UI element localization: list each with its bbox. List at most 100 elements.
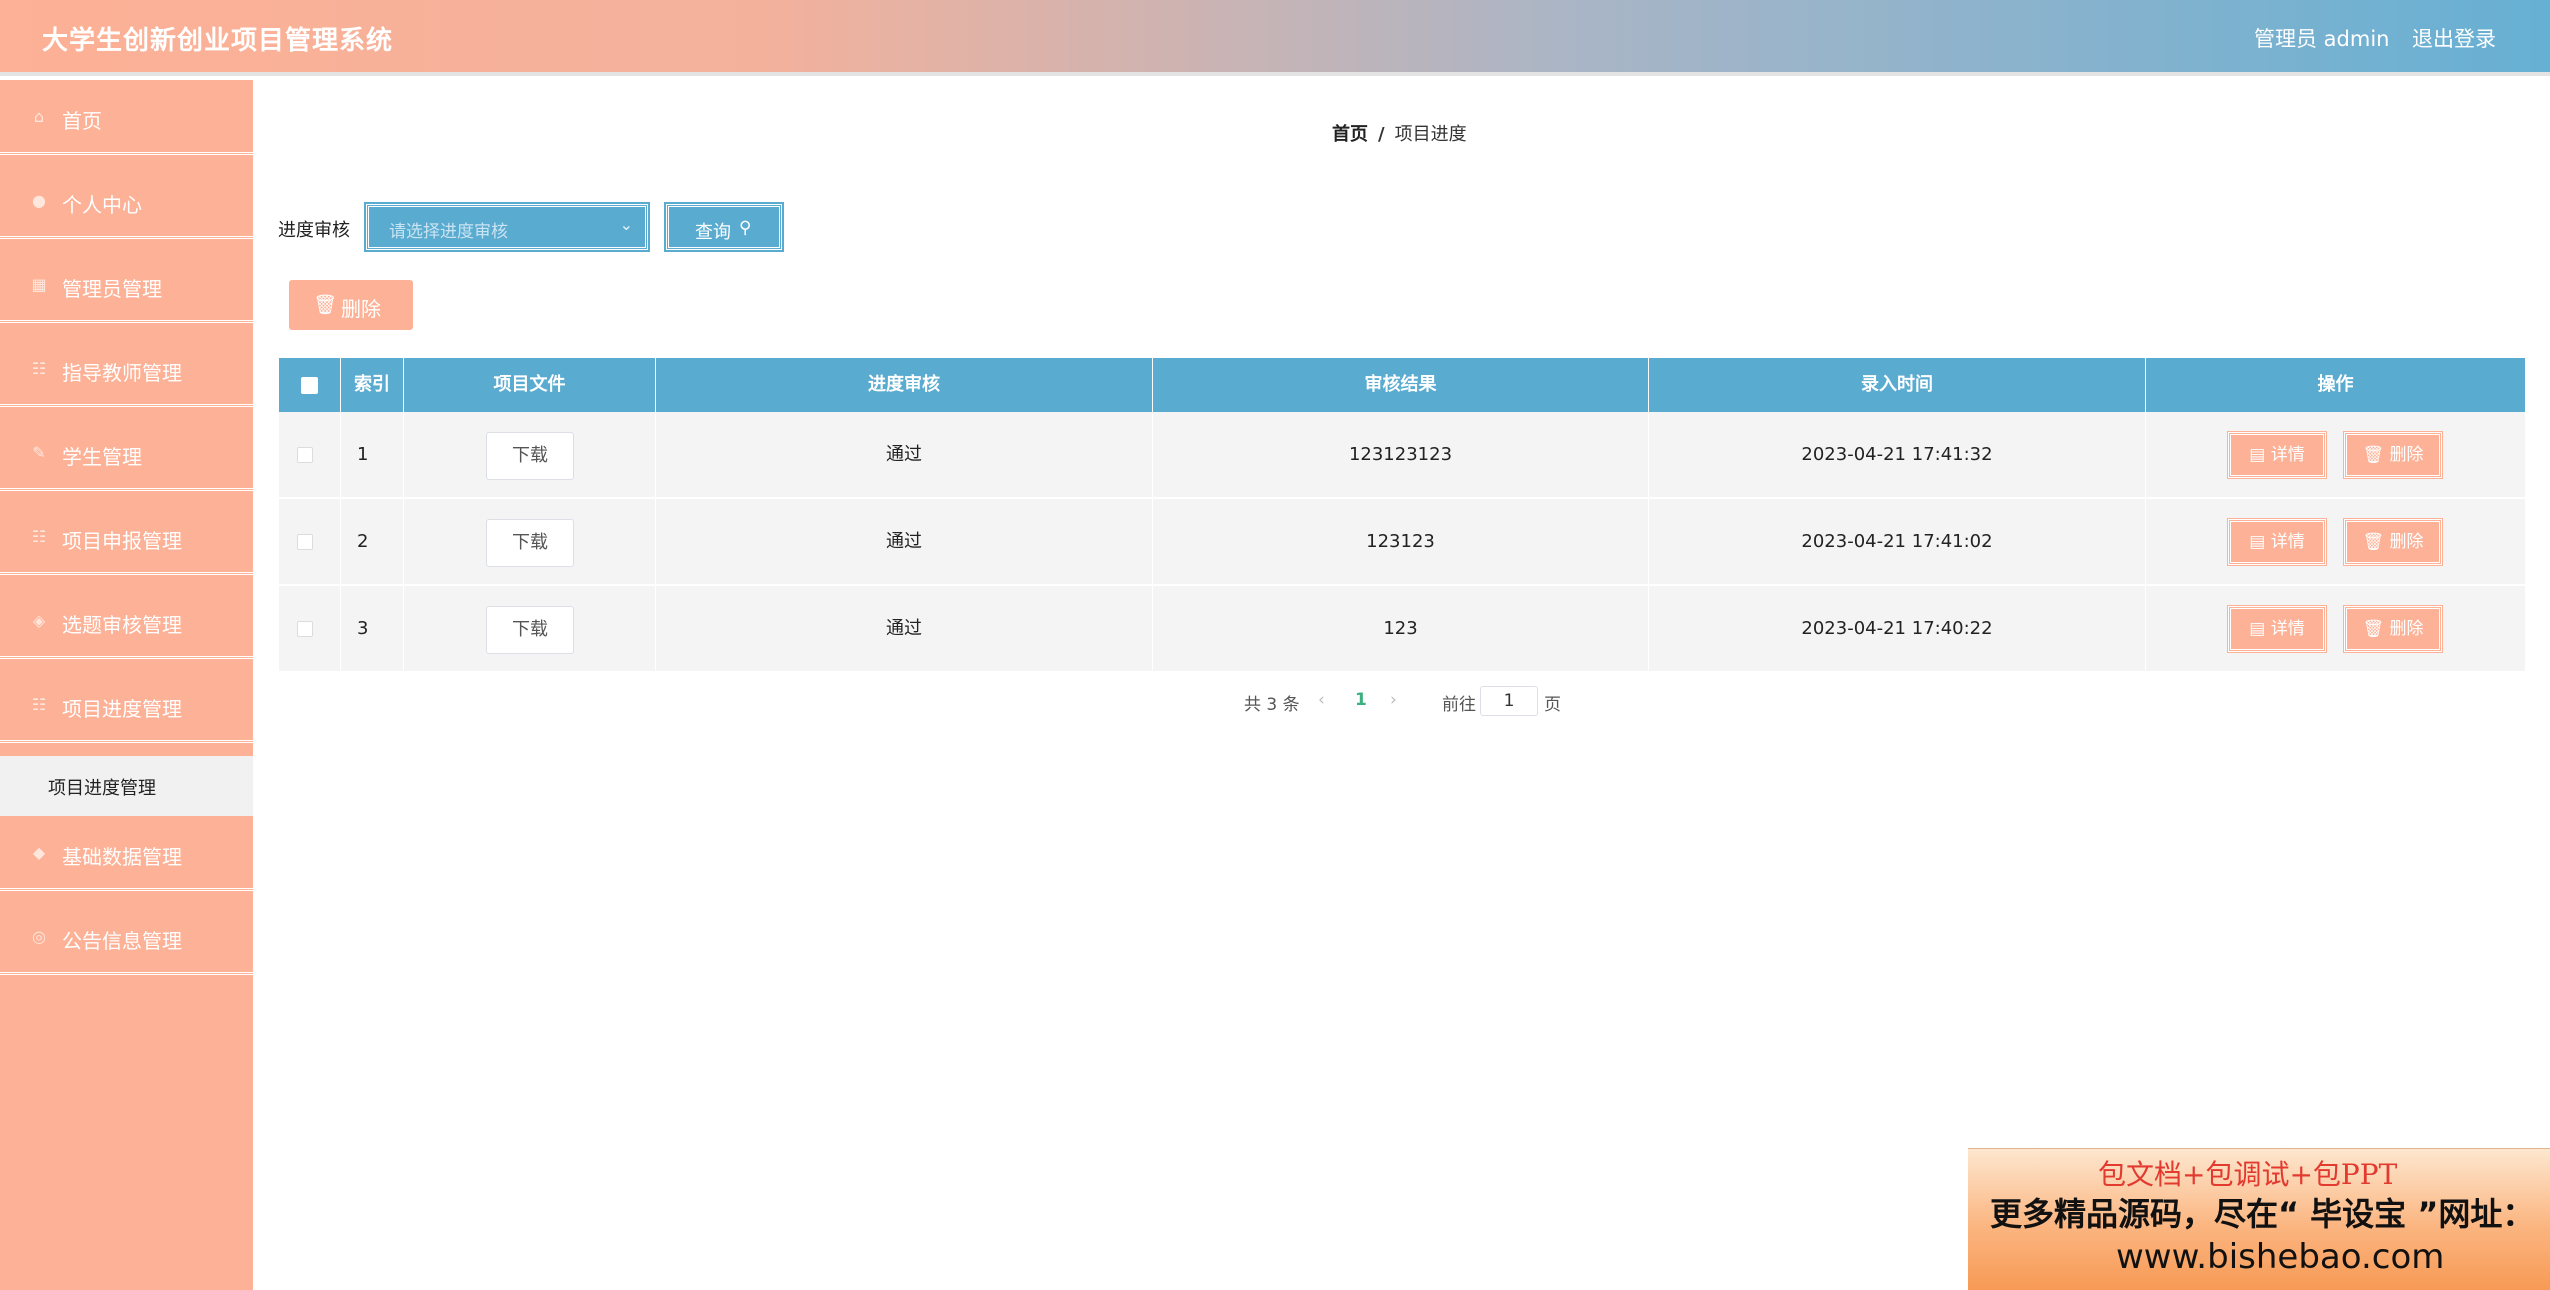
sidebar-item-admin-management[interactable]: ▦ 管理员管理 bbox=[0, 248, 253, 323]
trash-icon: 🗑 bbox=[313, 294, 338, 316]
grid-icon: ▦ bbox=[31, 275, 47, 294]
sidebar-subitem-label: 项目进度管理 bbox=[48, 778, 156, 799]
row-select-cell bbox=[279, 412, 341, 498]
pagination-page-unit: 页 bbox=[1544, 695, 1561, 715]
sidebar-item-label: 管理员管理 bbox=[62, 277, 162, 301]
row-checkbox[interactable] bbox=[297, 447, 313, 463]
column-header-review-result: 审核结果 bbox=[1153, 358, 1649, 412]
search-icon: ⚲ bbox=[739, 218, 752, 238]
pagination-total: 共 3 条 bbox=[1244, 695, 1300, 715]
pagination-goto-input[interactable]: 1 bbox=[1480, 686, 1538, 716]
student-icon: ✎ bbox=[32, 443, 46, 462]
table-row: 2 下载 通过 123123 2023-04-21 17:41:02 ▤ 详情 … bbox=[279, 499, 2525, 585]
pagination-next-icon[interactable]: › bbox=[1390, 690, 1397, 710]
check-icon: ◈ bbox=[32, 611, 46, 630]
index-cell: 1 bbox=[341, 412, 404, 498]
sidebar-item-label: 项目申报管理 bbox=[62, 529, 182, 553]
breadcrumb: 首页 / 项目进度 bbox=[1332, 120, 1467, 146]
pagination-prev-icon[interactable]: ‹ bbox=[1318, 690, 1325, 710]
row-delete-button[interactable]: 🗑 删除 bbox=[2343, 605, 2443, 653]
trash-icon: 🗑 bbox=[2362, 445, 2390, 465]
column-header-index: 索引 bbox=[341, 358, 404, 412]
result-cell: 123 bbox=[1153, 586, 1649, 672]
index-cell: 2 bbox=[341, 499, 404, 585]
select-all-checkbox[interactable] bbox=[301, 377, 318, 394]
row-select-cell bbox=[279, 499, 341, 585]
status-cell: 通过 bbox=[656, 499, 1153, 585]
select-all-cell bbox=[279, 358, 341, 412]
table-row: 3 下载 通过 123 2023-04-21 17:40:22 ▤ 详情 🗑 删… bbox=[279, 586, 2525, 672]
home-icon: ⌂ bbox=[33, 107, 45, 126]
breadcrumb-home[interactable]: 首页 bbox=[1332, 124, 1368, 145]
sidebar-item-label: 项目进度管理 bbox=[62, 697, 182, 721]
column-header-entry-time: 录入时间 bbox=[1649, 358, 2146, 412]
table-row: 1 下载 通过 123123123 2023-04-21 17:41:32 ▤ … bbox=[279, 412, 2525, 498]
sidebar-item-label: 公告信息管理 bbox=[62, 929, 182, 953]
column-header-file: 项目文件 bbox=[404, 358, 656, 412]
query-button[interactable]: 查询 ⚲ bbox=[664, 202, 784, 252]
index-cell: 3 bbox=[341, 586, 404, 672]
result-cell: 123123123 bbox=[1153, 412, 1649, 498]
pagination-current-page[interactable]: 1 bbox=[1355, 690, 1367, 710]
sidebar-item-home[interactable]: ⌂ 首页 bbox=[0, 80, 253, 155]
sidebar-item-notice-management[interactable]: ◎ 公告信息管理 bbox=[0, 900, 253, 975]
logout-link[interactable]: 退出登录 bbox=[2412, 23, 2496, 53]
app-title: 大学生创新创业项目管理系统 bbox=[42, 26, 394, 56]
file-icon: ▤ bbox=[2249, 445, 2271, 465]
detail-button[interactable]: ▤ 详情 bbox=[2227, 605, 2327, 653]
breadcrumb-separator: / bbox=[1378, 124, 1385, 145]
row-checkbox[interactable] bbox=[297, 534, 313, 550]
time-cell: 2023-04-21 17:41:02 bbox=[1649, 499, 2146, 585]
trash-icon: 🗑 bbox=[2362, 619, 2390, 639]
filter-label: 进度审核 bbox=[278, 220, 350, 241]
sidebar-item-personal-center[interactable]: ● 个人中心 bbox=[0, 164, 253, 239]
actions-cell bbox=[2146, 412, 2525, 498]
row-delete-button[interactable]: 🗑 删除 bbox=[2343, 518, 2443, 566]
row-delete-button[interactable]: 🗑 删除 bbox=[2343, 431, 2443, 479]
sidebar-item-label: 选题审核管理 bbox=[62, 613, 182, 637]
row-delete-label: 删除 bbox=[2389, 445, 2424, 465]
sidebar-item-label: 指导教师管理 bbox=[62, 361, 182, 385]
column-header-progress-review: 进度审核 bbox=[656, 358, 1153, 412]
sidebar-subitem-project-progress[interactable]: 项目进度管理 bbox=[0, 756, 253, 816]
row-checkbox[interactable] bbox=[297, 621, 313, 637]
list-icon: ☷ bbox=[31, 695, 47, 714]
trash-icon: 🗑 bbox=[2362, 532, 2390, 552]
pagination-goto-label: 前往 bbox=[1442, 695, 1476, 715]
sidebar-item-student-management[interactable]: ✎ 学生管理 bbox=[0, 416, 253, 491]
breadcrumb-current: 项目进度 bbox=[1394, 124, 1467, 145]
sidebar-item-project-application[interactable]: ☷ 项目申报管理 bbox=[0, 500, 253, 575]
chevron-down-icon: ⌄ bbox=[619, 215, 633, 234]
data-icon: ◆ bbox=[32, 843, 46, 862]
batch-delete-button[interactable]: 🗑 删除 bbox=[289, 280, 413, 330]
download-button[interactable]: 下载 bbox=[486, 606, 574, 654]
notice-icon: ◎ bbox=[32, 927, 46, 946]
sidebar-item-topic-review[interactable]: ◈ 选题审核管理 bbox=[0, 584, 253, 659]
ad-line-3: www.bishebao.com bbox=[2116, 1237, 2445, 1277]
result-cell: 123123 bbox=[1153, 499, 1649, 585]
sidebar-item-project-progress[interactable]: ☷ 项目进度管理 bbox=[0, 668, 253, 743]
download-button[interactable]: 下载 bbox=[486, 432, 574, 480]
sidebar-item-basic-data[interactable]: ◆ 基础数据管理 bbox=[0, 816, 253, 891]
time-cell: 2023-04-21 17:41:32 bbox=[1649, 412, 2146, 498]
detail-label: 详情 bbox=[2270, 445, 2305, 465]
time-cell: 2023-04-21 17:40:22 bbox=[1649, 586, 2146, 672]
detail-button[interactable]: ▤ 详情 bbox=[2227, 518, 2327, 566]
progress-review-select[interactable]: 请选择进度审核 ⌄ bbox=[364, 202, 650, 252]
sidebar-item-label: 首页 bbox=[62, 109, 102, 133]
actions-cell bbox=[2146, 586, 2525, 672]
list-icon: ☷ bbox=[31, 359, 47, 378]
sidebar-item-teacher-management[interactable]: ☷ 指导教师管理 bbox=[0, 332, 253, 407]
download-button[interactable]: 下载 bbox=[486, 519, 574, 567]
ad-line-1: 包文档+包调试+包PPT bbox=[2098, 1158, 2398, 1191]
list-icon: ☷ bbox=[31, 527, 47, 546]
actions-cell bbox=[2146, 499, 2525, 585]
file-icon: ▤ bbox=[2249, 619, 2271, 639]
user-icon: ● bbox=[32, 191, 46, 210]
ad-banner: 包文档+包调试+包PPT 更多精品源码，尽在“ 毕设宝 ”网址： www.bis… bbox=[1968, 1148, 2550, 1290]
sidebar-item-label: 个人中心 bbox=[62, 193, 142, 217]
detail-button[interactable]: ▤ 详情 bbox=[2227, 431, 2327, 479]
sidebar: ⌂ 首页 ● 个人中心 ▦ 管理员管理 ☷ 指导教师管理 ✎ 学生管理 ☷ 项目… bbox=[0, 80, 253, 1290]
row-delete-label: 删除 bbox=[2389, 532, 2424, 552]
batch-delete-label: 删除 bbox=[341, 297, 381, 321]
